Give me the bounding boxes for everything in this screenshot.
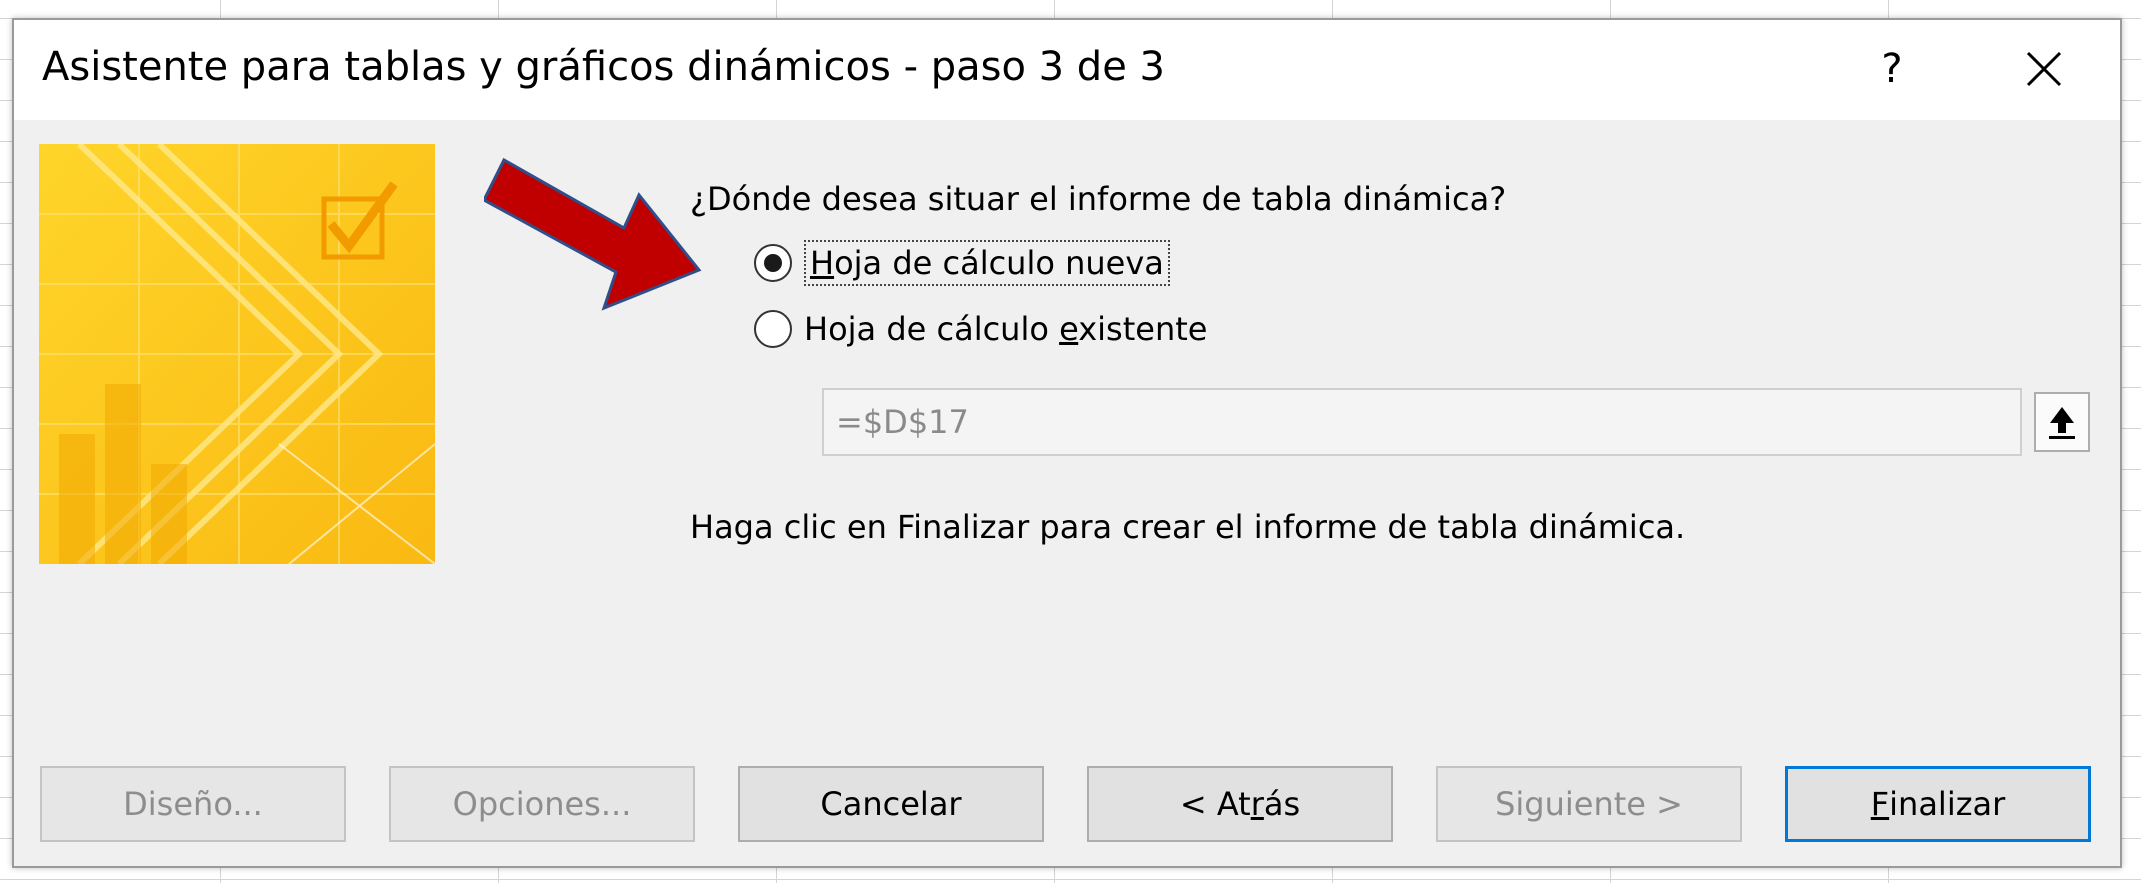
collapse-dialog-button[interactable] [2034,392,2090,452]
dialog-titlebar: Asistente para tablas y gráficos dinámic… [14,20,2120,120]
finish-button[interactable]: Finalizar [1785,766,2091,842]
back-button[interactable]: < At r ás [1087,766,1393,842]
radio-new-worksheet[interactable] [754,244,792,282]
option-new-worksheet-label: Hoja de cálculo nueva [804,240,1170,286]
cancel-button[interactable]: Cancelar [738,766,1044,842]
close-button[interactable] [2004,38,2084,100]
option-existing-worksheet-label: Hoja de cálculo existente [804,310,1208,348]
wizard-illustration [39,144,435,564]
next-button[interactable]: Siguiente > [1436,766,1742,842]
pivot-table-wizard-dialog: Asistente para tablas y gráficos dinámic… [12,18,2122,868]
annotation-arrow-icon [484,157,702,311]
radio-existing-worksheet[interactable] [754,310,792,348]
option-existing-worksheet[interactable]: Hoja de cálculo existente [754,310,1207,348]
location-reference-input[interactable]: =$D$17 [822,388,2022,456]
location-question: ¿Dónde desea situar el informe de tabla … [690,180,1507,218]
dialog-title: Asistente para tablas y gráficos dinámic… [42,44,1165,90]
options-button[interactable]: Opciones... [389,766,695,842]
help-button[interactable]: ? [1852,38,1932,100]
close-icon [2026,51,2062,87]
option-new-worksheet[interactable]: Hoja de cálculo nueva [754,240,1170,286]
design-button[interactable]: Diseño... [40,766,346,842]
finish-hint-text: Haga clic en Finalizar para crear el inf… [690,508,1686,546]
collapse-dialog-icon [2049,407,2075,439]
